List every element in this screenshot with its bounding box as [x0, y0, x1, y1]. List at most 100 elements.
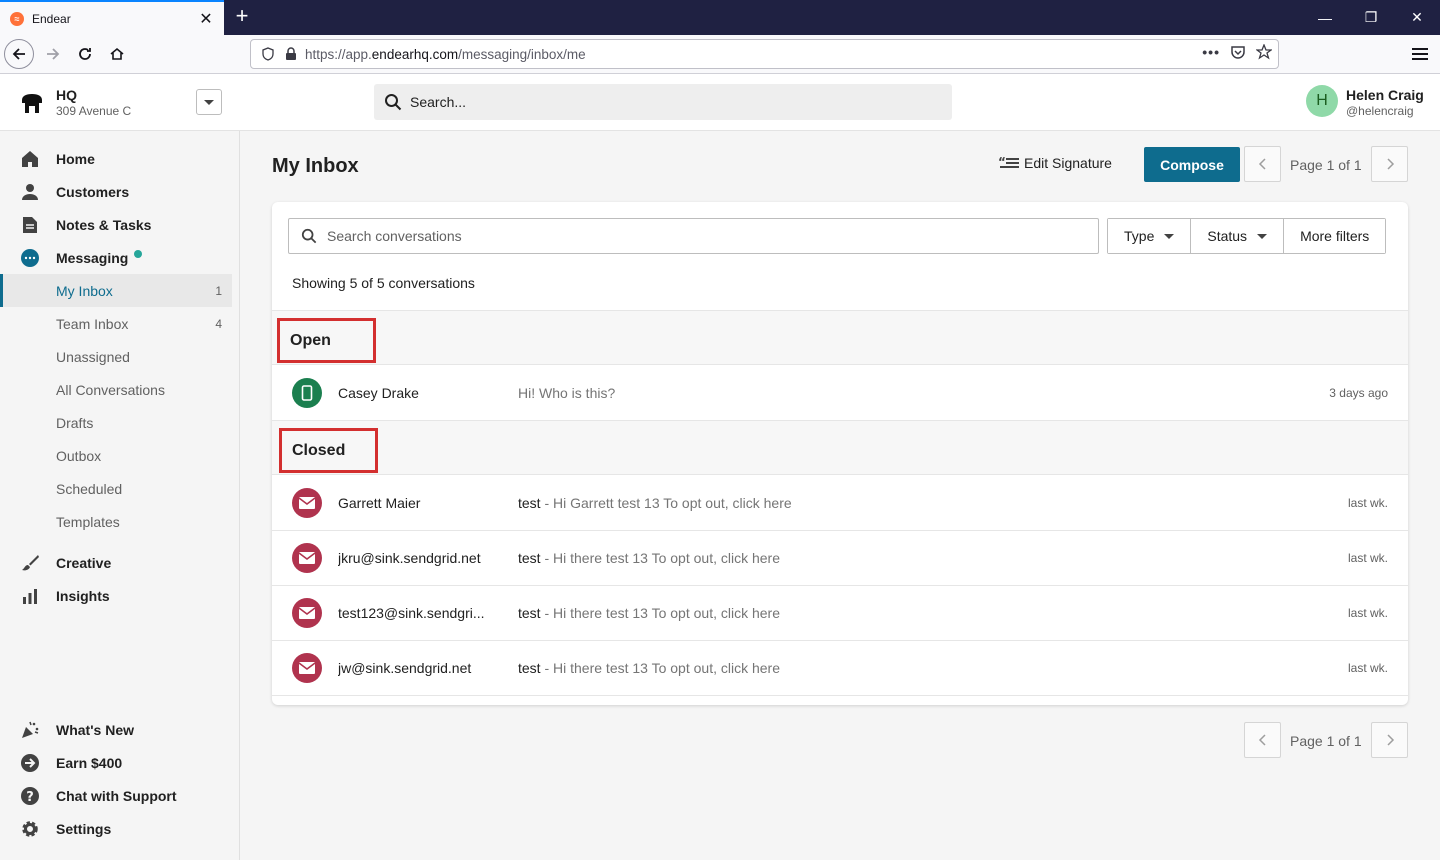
pager-text: Page 1 of 1: [1290, 157, 1362, 173]
more-filters-button[interactable]: More filters: [1284, 219, 1386, 253]
next-page-button[interactable]: [1371, 146, 1408, 182]
new-tab-icon[interactable]: +: [230, 4, 254, 30]
row-time: last wk.: [1347, 661, 1388, 675]
browser-tab[interactable]: ≈ Endear ✕: [0, 0, 224, 35]
search-icon: [301, 228, 317, 244]
sidebar-item-whats-new[interactable]: What's New: [0, 713, 232, 746]
next-page-button-bottom[interactable]: [1371, 722, 1408, 758]
restore-icon[interactable]: ❐: [1348, 0, 1394, 35]
store-address: 309 Avenue C: [56, 104, 132, 118]
row-time: 3 days ago: [1329, 386, 1388, 400]
sidebar-item-creative[interactable]: Creative: [0, 546, 232, 579]
more-actions-icon[interactable]: •••: [1202, 44, 1220, 60]
url-bar[interactable]: https://app.endearhq.com/messaging/inbox…: [250, 39, 1279, 69]
conversation-search[interactable]: [288, 218, 1099, 254]
row-time: last wk.: [1347, 551, 1388, 565]
row-contact: jkru@sink.sendgrid.net: [338, 550, 481, 566]
sidebar-item-insights[interactable]: Insights: [0, 579, 232, 612]
store-dropdown-button[interactable]: [196, 89, 222, 115]
type-filter-button[interactable]: Type: [1108, 219, 1192, 253]
store-icon: [22, 94, 42, 113]
sidebar-item-team-inbox[interactable]: Team Inbox 4: [0, 307, 232, 340]
chevron-down-icon: [204, 99, 214, 105]
sidebar-item-drafts[interactable]: Drafts: [0, 406, 232, 439]
prev-page-button[interactable]: [1244, 146, 1281, 182]
conversation-search-input[interactable]: [327, 228, 1067, 244]
bar-chart-icon: [20, 586, 40, 606]
chevron-left-icon: [1258, 734, 1266, 746]
filter-group: Type Status More filters: [1107, 218, 1387, 254]
section-closed: Closed: [272, 420, 1408, 475]
sidebar-item-earn[interactable]: Earn $400: [0, 746, 232, 779]
brush-icon: [20, 553, 40, 573]
user-name[interactable]: Helen Craig: [1346, 87, 1424, 103]
sidebar-item-all-conversations[interactable]: All Conversations: [0, 373, 232, 406]
arrow-circle-icon: [20, 753, 40, 773]
sidebar-item-home[interactable]: Home: [0, 142, 232, 175]
sidebar-item-settings[interactable]: Settings: [0, 812, 232, 845]
table-row[interactable]: test123@sink.sendgri... test - Hi there …: [272, 586, 1408, 641]
table-row[interactable]: Garrett Maier test - Hi Garrett test 13 …: [272, 476, 1408, 531]
sidebar: Home Customers Notes & Tasks Messaging M…: [0, 131, 240, 860]
sidebar-item-customers[interactable]: Customers: [0, 175, 232, 208]
sms-icon: [292, 378, 322, 408]
global-search[interactable]: [374, 84, 952, 120]
email-icon: [292, 488, 322, 518]
section-open: Open: [272, 310, 1408, 365]
signature-icon: “: [998, 155, 1019, 169]
section-label-open: Open: [277, 318, 376, 363]
sidebar-item-unassigned[interactable]: Unassigned: [0, 340, 232, 373]
row-message: test - Hi Garrett test 13 To opt out, cl…: [518, 495, 792, 511]
home-browser-icon[interactable]: [102, 39, 132, 69]
user-handle: @helencraig: [1346, 104, 1414, 118]
table-row[interactable]: jw@sink.sendgrid.net test - Hi there tes…: [272, 641, 1408, 696]
svg-text:?: ?: [26, 790, 34, 805]
chevron-right-icon: [1386, 158, 1394, 170]
browser-nav-bar: https://app.endearhq.com/messaging/inbox…: [0, 35, 1440, 74]
person-icon: [20, 182, 40, 202]
sidebar-item-notes-tasks[interactable]: Notes & Tasks: [0, 208, 232, 241]
row-contact: jw@sink.sendgrid.net: [338, 660, 472, 676]
chat-icon: [20, 248, 40, 268]
email-icon: [292, 543, 322, 573]
row-contact: Casey Drake: [338, 385, 419, 401]
row-contact: test123@sink.sendgri...: [338, 605, 485, 621]
prev-page-button-bottom[interactable]: [1244, 722, 1281, 758]
compose-button[interactable]: Compose: [1144, 147, 1240, 182]
reload-icon[interactable]: [70, 39, 100, 69]
page-title: My Inbox: [272, 155, 359, 177]
lock-icon: [286, 47, 296, 60]
chevron-down-icon: [1257, 233, 1268, 239]
store-name: HQ: [56, 87, 77, 103]
app-header: HQ 309 Avenue C H Helen Craig @helencrai…: [0, 74, 1440, 131]
status-filter-button[interactable]: Status: [1191, 219, 1285, 253]
conversation-card: Type Status More filters Showing 5 of 5 …: [272, 202, 1408, 705]
pocket-icon[interactable]: [1230, 44, 1246, 60]
sidebar-item-my-inbox[interactable]: My Inbox 1: [0, 274, 232, 307]
section-label-closed: Closed: [279, 428, 378, 473]
bookmark-star-icon[interactable]: [1256, 44, 1272, 60]
url-text: https://app.endearhq.com/messaging/inbox…: [305, 46, 586, 62]
sidebar-item-scheduled[interactable]: Scheduled: [0, 472, 232, 505]
row-message: Hi! Who is this?: [518, 385, 616, 401]
close-tab-icon[interactable]: ✕: [198, 9, 214, 29]
row-time: last wk.: [1347, 606, 1388, 620]
edit-signature-button[interactable]: “ Edit Signature: [998, 155, 1112, 171]
back-icon[interactable]: [4, 39, 34, 69]
minimize-icon[interactable]: —: [1302, 0, 1348, 35]
sidebar-item-outbox[interactable]: Outbox: [0, 439, 232, 472]
endear-favicon-icon: ≈: [10, 11, 24, 26]
forward-icon[interactable]: [38, 39, 68, 69]
shield-icon: [262, 47, 274, 61]
table-row[interactable]: Casey Drake Hi! Who is this? 3 days ago: [272, 366, 1408, 421]
close-window-icon[interactable]: ✕: [1394, 0, 1440, 35]
conversation-count: Showing 5 of 5 conversations: [292, 275, 475, 291]
sidebar-item-templates[interactable]: Templates: [0, 505, 232, 538]
row-contact: Garrett Maier: [338, 495, 421, 511]
sidebar-item-messaging[interactable]: Messaging: [0, 241, 232, 274]
global-search-input[interactable]: [410, 94, 910, 110]
avatar[interactable]: H: [1306, 85, 1338, 117]
browser-menu-icon[interactable]: [1412, 45, 1428, 61]
table-row[interactable]: jkru@sink.sendgrid.net test - Hi there t…: [272, 531, 1408, 586]
sidebar-item-support[interactable]: ? Chat with Support: [0, 779, 232, 812]
